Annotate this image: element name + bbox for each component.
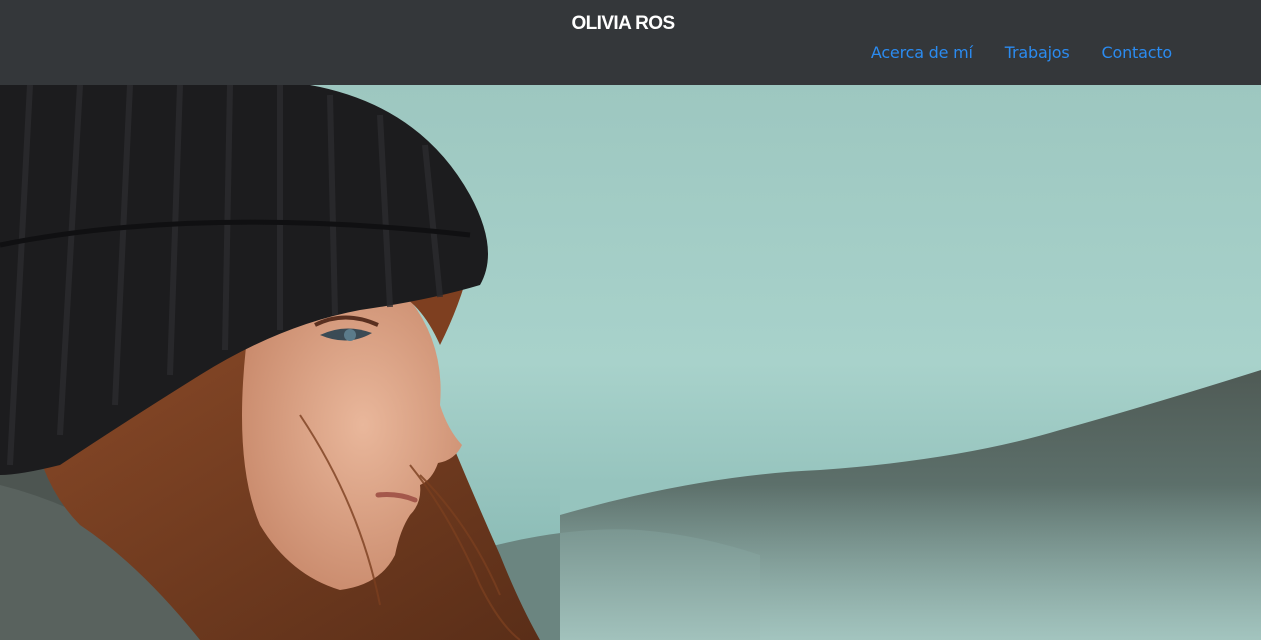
brand-logo[interactable]: OLIVIA ROS (0, 12, 1246, 36)
hero-image (0, 85, 1261, 640)
nav-link-contact[interactable]: Contacto (1102, 42, 1173, 64)
site-header: OLIVIA ROS Acerca de mí Trabajos Contact… (0, 0, 1261, 85)
main-nav: Acerca de mí Trabajos Contacto (871, 42, 1172, 64)
nav-link-works[interactable]: Trabajos (1005, 42, 1070, 64)
hero-photo (0, 85, 1261, 640)
nav-link-about[interactable]: Acerca de mí (871, 42, 973, 64)
